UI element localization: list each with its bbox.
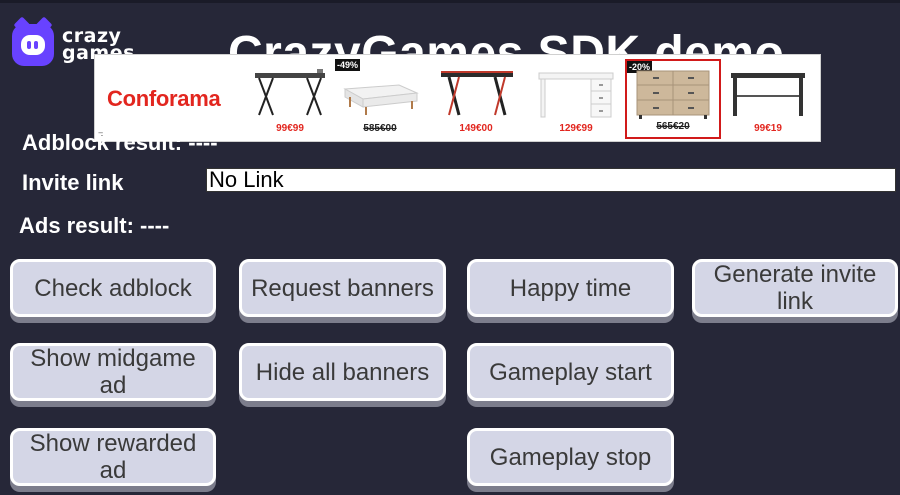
ad-price: 129€99 [559, 123, 593, 134]
adblock-result-label: Adblock result: ---- [22, 130, 218, 155]
ad-price: 149€00 [459, 123, 493, 134]
gameplay-start-button[interactable]: Gameplay start [467, 343, 674, 401]
ad-price: 565€20 [656, 121, 690, 132]
invite-link-field[interactable]: No Link [206, 168, 896, 192]
check-adblock-button[interactable]: Check adblock [10, 259, 216, 317]
crazygames-mascot-icon [12, 16, 54, 66]
request-banners-button[interactable]: Request banners [239, 259, 446, 317]
show-rewarded-ad-button[interactable]: Show rewarded ad [10, 428, 216, 486]
ad-product[interactable]: 99€99 [245, 59, 335, 139]
ad-price: 99€19 [754, 123, 782, 134]
ad-product-selected[interactable]: -20% 565€20 [625, 59, 721, 139]
white-desk-image [538, 72, 614, 118]
gaming-desk-image [441, 71, 513, 116]
ad-product[interactable]: -49% 585€00 [335, 59, 425, 139]
chest-of-drawers-image [636, 70, 710, 119]
top-border [0, 0, 900, 3]
ad-brand-logo[interactable]: Conforama [107, 86, 221, 112]
ad-product[interactable]: 99€19 [723, 59, 813, 139]
gameplay-stop-button[interactable]: Gameplay stop [467, 428, 674, 486]
invite-link-label: Invite link [22, 170, 124, 195]
show-midgame-ad-button[interactable]: Show midgame ad [10, 343, 216, 401]
ad-price: 99€99 [276, 123, 304, 134]
black-desk-image [731, 73, 805, 116]
ad-banner[interactable]: Conforama = 99€99 -49% 585€00 149€00 129… [94, 54, 821, 142]
hide-all-banners-button[interactable]: Hide all banners [239, 343, 446, 401]
ad-product[interactable]: 129€99 [531, 59, 621, 139]
generate-invite-link-button[interactable]: Generate invite link [692, 259, 898, 317]
desk-image [255, 69, 325, 116]
bed-image [343, 84, 419, 115]
ads-result-label: Ads result: ---- [19, 213, 170, 238]
ad-price: 585€00 [363, 123, 397, 134]
ad-product[interactable]: 149€00 [431, 59, 521, 139]
happy-time-button[interactable]: Happy time [467, 259, 674, 317]
